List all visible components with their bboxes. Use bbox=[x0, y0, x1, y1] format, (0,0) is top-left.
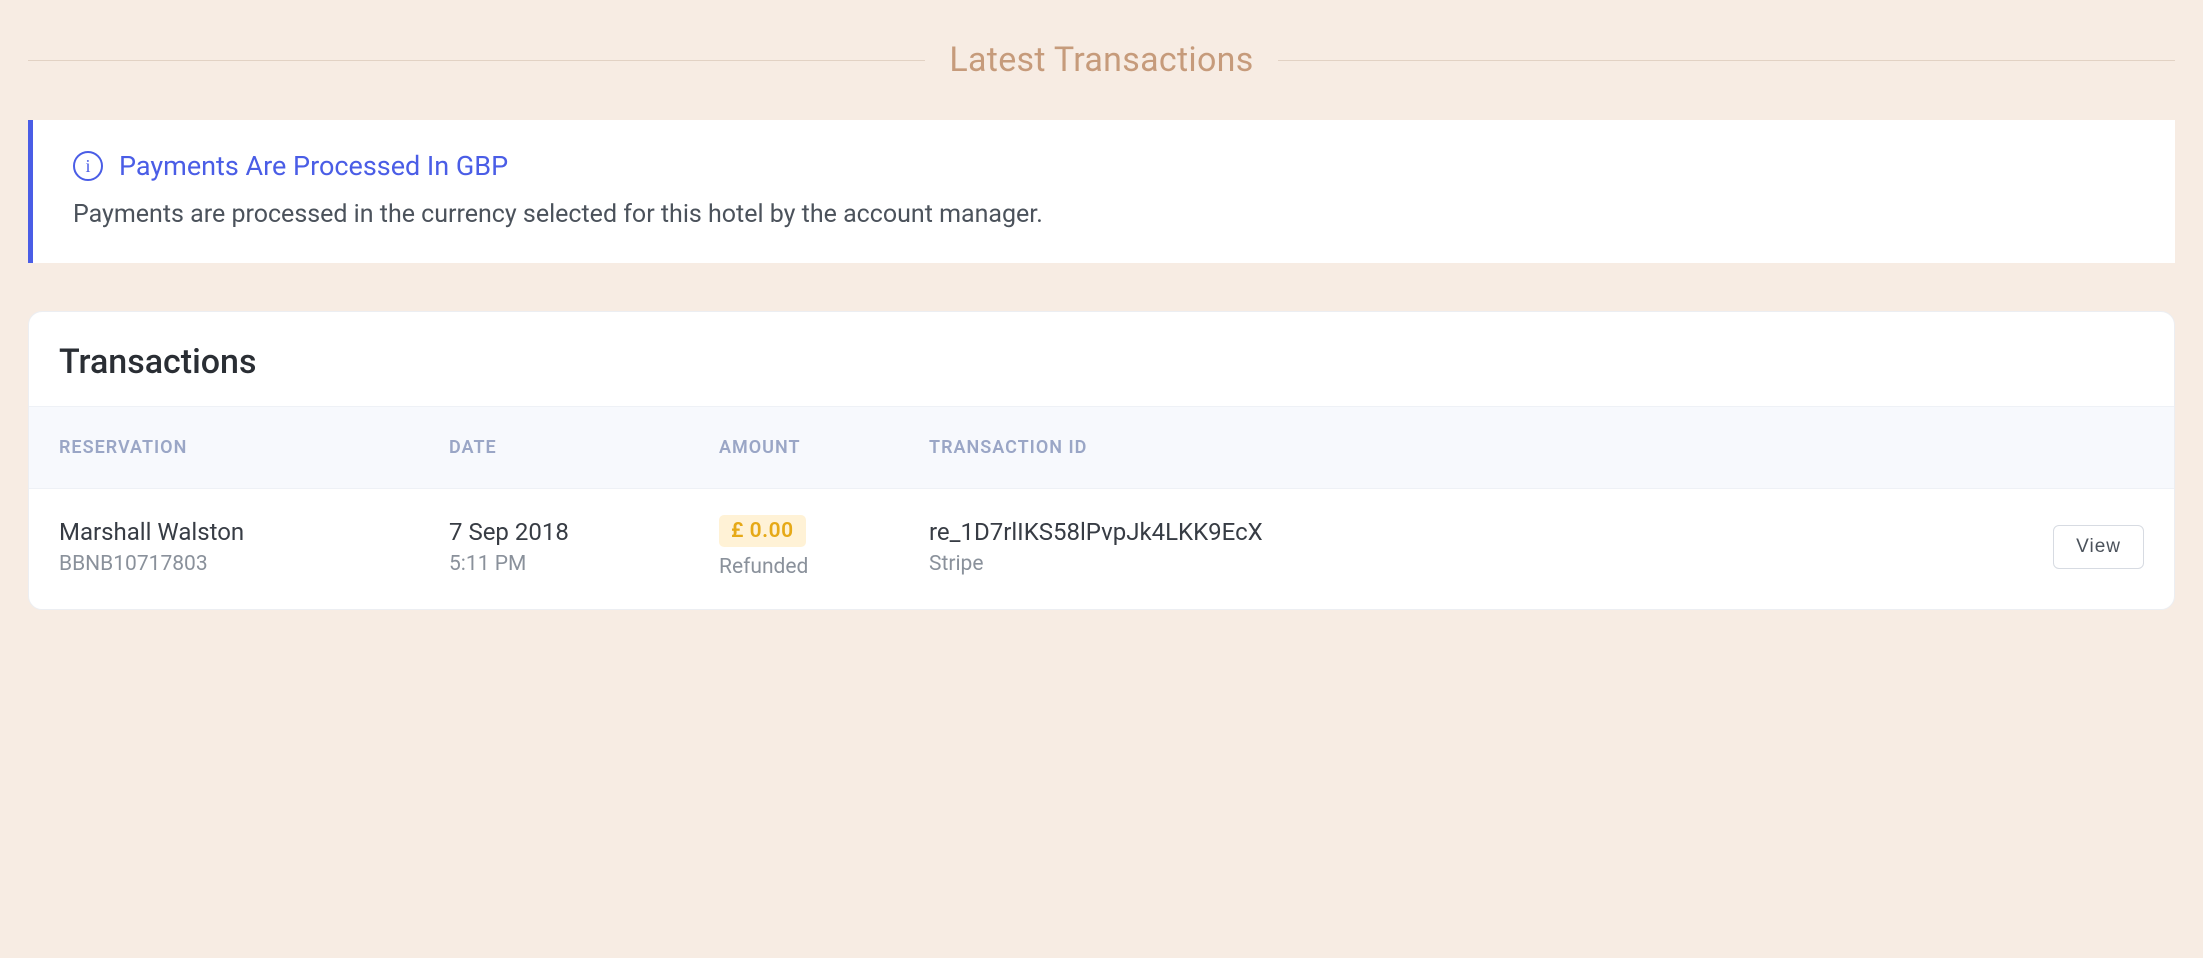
cell-amount: £ 0.00 Refunded bbox=[719, 515, 909, 579]
transaction-time: 5:11 PM bbox=[449, 552, 699, 576]
col-date: DATE bbox=[449, 437, 699, 458]
alert-body: Payments are processed in the currency s… bbox=[73, 200, 2135, 229]
col-amount: AMOUNT bbox=[719, 437, 909, 458]
amount-badge: £ 0.00 bbox=[719, 515, 806, 547]
amount-status: Refunded bbox=[719, 555, 909, 579]
transactions-card: Transactions RESERVATION DATE AMOUNT TRA… bbox=[28, 311, 2175, 610]
cell-date: 7 Sep 2018 5:11 PM bbox=[449, 518, 699, 576]
reservation-name: Marshall Walston bbox=[59, 518, 429, 546]
section-heading-wrap: Latest Transactions bbox=[28, 40, 2175, 80]
transaction-id: re_1D7rlIKS58lPvpJk4LKK9EcX bbox=[929, 518, 2004, 546]
col-transaction-id: TRANSACTION ID bbox=[929, 437, 2004, 458]
section-title: Latest Transactions bbox=[949, 40, 1253, 80]
alert-header: i Payments Are Processed In GBP bbox=[73, 150, 2135, 182]
transaction-provider: Stripe bbox=[929, 552, 2004, 576]
reservation-ref: BBNB10717803 bbox=[59, 552, 429, 576]
currency-alert: i Payments Are Processed In GBP Payments… bbox=[28, 120, 2175, 263]
divider-left bbox=[28, 60, 925, 61]
card-title: Transactions bbox=[29, 312, 2174, 406]
cell-transaction-id: re_1D7rlIKS58lPvpJk4LKK9EcX Stripe bbox=[929, 518, 2004, 576]
transaction-date: 7 Sep 2018 bbox=[449, 518, 699, 546]
table-header: RESERVATION DATE AMOUNT TRANSACTION ID bbox=[29, 406, 2174, 489]
info-icon: i bbox=[73, 151, 103, 181]
view-button[interactable]: View bbox=[2053, 525, 2144, 569]
alert-title: Payments Are Processed In GBP bbox=[119, 150, 508, 182]
table-row: Marshall Walston BBNB10717803 7 Sep 2018… bbox=[29, 489, 2174, 609]
divider-right bbox=[1278, 60, 2175, 61]
cell-reservation: Marshall Walston BBNB10717803 bbox=[59, 518, 429, 576]
col-reservation: RESERVATION bbox=[59, 437, 429, 458]
cell-actions: View bbox=[2024, 525, 2144, 569]
